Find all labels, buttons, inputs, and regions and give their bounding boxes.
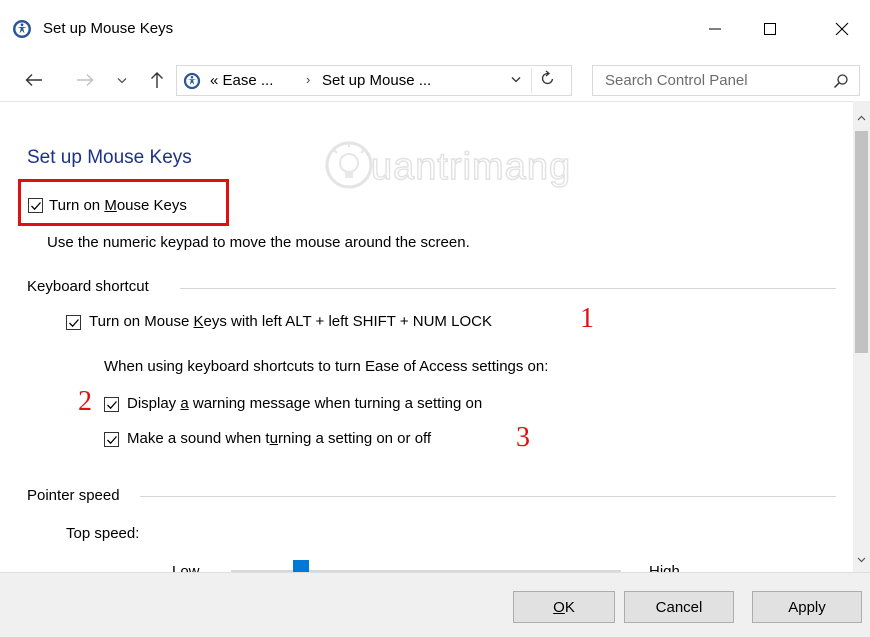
watermark-logo: uantrimang — [325, 137, 645, 197]
dialog-footer: OK Cancel Apply — [0, 572, 870, 637]
breadcrumb-separator[interactable]: › — [306, 72, 310, 87]
turn-on-mouse-keys-label[interactable]: Turn on Mouse Keys — [49, 197, 187, 214]
minimize-icon — [709, 28, 721, 30]
navigation-bar: « Ease ... › Set up Mouse ... Search Con… — [0, 60, 870, 100]
recent-locations-button[interactable] — [113, 66, 131, 94]
checkmark-icon — [107, 436, 117, 445]
search-placeholder: Search Control Panel — [605, 72, 748, 89]
annotation-2: 2 — [78, 386, 92, 417]
refresh-button[interactable] — [541, 70, 555, 91]
up-button[interactable] — [145, 66, 169, 94]
keyboard-shortcut-label[interactable]: Turn on Mouse Keys with left ALT + left … — [89, 313, 492, 330]
keyboard-shortcut-heading: Keyboard shortcut — [27, 278, 153, 295]
group-divider — [180, 288, 836, 289]
breadcrumb-ease-of-access[interactable]: « Ease ... — [210, 72, 273, 89]
mouse-keys-description: Use the numeric keypad to move the mouse… — [47, 234, 470, 251]
keyboard-shortcut-checkbox[interactable] — [66, 315, 81, 330]
chevron-up-icon — [857, 115, 866, 121]
ease-of-access-icon — [12, 19, 32, 39]
annotation-3: 3 — [516, 422, 530, 453]
address-bar[interactable]: « Ease ... › Set up Mouse ... — [176, 65, 572, 96]
pointer-speed-heading: Pointer speed — [27, 487, 124, 504]
search-icon[interactable] — [833, 73, 849, 89]
refresh-icon — [541, 70, 554, 85]
annotation-1: 1 — [580, 303, 594, 334]
title-bar: Set up Mouse Keys — [0, 0, 870, 60]
top-speed-label: Top speed: — [66, 525, 140, 542]
up-arrow-icon — [151, 72, 163, 88]
breadcrumb-label: Ease ... — [222, 72, 274, 89]
checkmark-icon — [69, 319, 79, 328]
scroll-up-button[interactable] — [853, 111, 870, 125]
back-button[interactable] — [20, 66, 48, 94]
checkmark-icon — [31, 202, 41, 211]
address-dropdown-button[interactable] — [511, 74, 521, 86]
svg-text:uantrimang: uantrimang — [371, 146, 571, 188]
maximize-button[interactable] — [755, 14, 785, 44]
ok-button[interactable]: OK — [513, 591, 615, 623]
chevron-down-icon — [117, 77, 127, 83]
ease-of-access-info-text: When using keyboard shortcuts to turn Ea… — [104, 358, 549, 375]
display-warning-checkbox[interactable] — [104, 397, 119, 412]
chevron-down-icon — [511, 77, 521, 83]
search-input[interactable]: Search Control Panel — [592, 65, 860, 96]
turn-on-mouse-keys-checkbox[interactable] — [28, 198, 43, 213]
forward-button[interactable] — [71, 66, 99, 94]
group-divider — [140, 496, 836, 497]
close-icon — [835, 22, 849, 36]
make-sound-checkbox[interactable] — [104, 432, 119, 447]
forward-arrow-icon — [77, 74, 94, 86]
address-divider — [531, 68, 532, 93]
content-pane: Set up Mouse Keys uantrimang Turn on Mou… — [0, 101, 853, 572]
display-warning-label[interactable]: Display a warning message when turning a… — [127, 395, 482, 412]
chevron-down-icon — [857, 557, 866, 563]
maximize-icon — [764, 23, 776, 35]
cancel-button[interactable]: Cancel — [624, 591, 734, 623]
slider-low-label: Low — [172, 563, 200, 572]
breadcrumb-overflow: « — [210, 72, 219, 89]
control-panel-icon — [183, 72, 201, 90]
back-arrow-icon — [25, 74, 42, 86]
close-button[interactable] — [827, 14, 857, 44]
breadcrumb-set-up-mouse-keys[interactable]: Set up Mouse ... — [322, 72, 431, 89]
minimize-button[interactable] — [700, 14, 730, 44]
apply-button[interactable]: Apply — [752, 591, 862, 623]
scroll-thumb[interactable] — [855, 131, 868, 353]
top-speed-slider-thumb[interactable] — [293, 560, 309, 572]
vertical-scrollbar[interactable] — [853, 101, 870, 572]
page-title: Set up Mouse Keys — [27, 147, 192, 168]
scroll-down-button[interactable] — [853, 553, 870, 567]
make-sound-label[interactable]: Make a sound when turning a setting on o… — [127, 430, 431, 447]
slider-high-label: High — [649, 563, 680, 572]
window-title: Set up Mouse Keys — [43, 20, 174, 37]
checkmark-icon — [107, 401, 117, 410]
